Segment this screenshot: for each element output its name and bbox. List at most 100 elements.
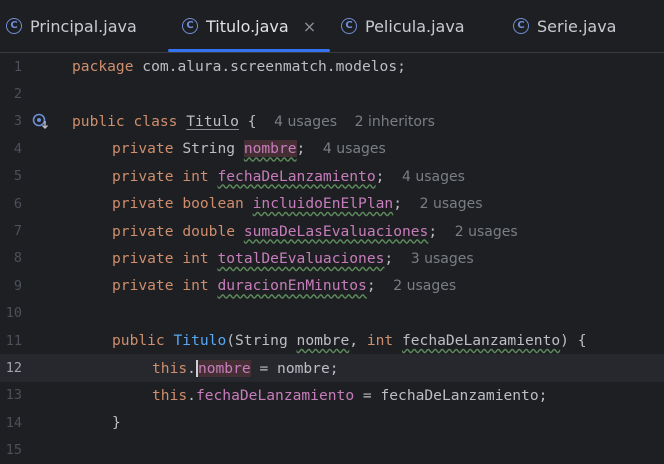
param-name[interactable]: nombre	[297, 332, 350, 349]
constructor-name[interactable]: Titulo	[174, 332, 227, 349]
tab-principal-java[interactable]: C Principal.java	[6, 0, 137, 52]
field-name[interactable]: duracionEnMinutos	[217, 277, 366, 294]
field-name[interactable]: nombre	[243, 140, 297, 158]
editor-tab-bar: C Principal.java C Titulo.java × C Pelic…	[0, 0, 664, 53]
code-line[interactable]: 7 private double sumaDeLasEvaluaciones; …	[0, 217, 664, 244]
semicolon: ;	[384, 249, 394, 267]
usages-hint[interactable]: 2 usages	[393, 278, 456, 294]
keyword: public	[112, 332, 165, 350]
code-text[interactable]: }	[112, 414, 121, 431]
field-name[interactable]: sumaDeLasEvaluaciones	[244, 223, 429, 240]
usages-hint[interactable]: 3 usages	[411, 251, 474, 267]
class-icon: C	[6, 18, 22, 34]
type: double	[182, 222, 236, 240]
line-number: 11	[5, 332, 22, 349]
line-number: 7	[13, 223, 22, 240]
code-text[interactable]: private boolean incluidoEnElPlan; 2 usag…	[112, 195, 483, 212]
tab-label: Principal.java	[30, 16, 137, 36]
params-open: (String	[226, 332, 297, 350]
close-icon[interactable]: ×	[303, 17, 316, 36]
line-number: 8	[13, 250, 22, 267]
code-text[interactable]: public Titulo(String nombre, int fechaDe…	[112, 332, 587, 349]
keyword: package	[72, 58, 134, 76]
code-text[interactable]: public class Titulo { 4 usages 2 inherit…	[72, 113, 435, 130]
closing-brace: }	[112, 414, 121, 432]
code-text[interactable]: private int totalDeEvaluaciones; 3 usage…	[112, 250, 474, 267]
tab-titulo-java[interactable]: C Titulo.java ×	[167, 0, 331, 52]
usages-hint[interactable]: 4 usages	[274, 114, 337, 130]
line-number: 3	[13, 113, 22, 130]
type: boolean	[182, 195, 244, 213]
code-line[interactable]: 4 private String nombre; 4 usages	[0, 135, 664, 162]
usages-hint[interactable]: 4 usages	[323, 141, 386, 157]
code-line[interactable]: 6 private boolean incluidoEnElPlan; 2 us…	[0, 190, 664, 217]
code-text[interactable]: package com.alura.screenmatch.modelos;	[72, 58, 406, 75]
keyword: private	[112, 167, 174, 185]
dot: .	[187, 359, 196, 377]
code-line[interactable]: 10	[0, 300, 664, 327]
line-number: 9	[13, 277, 22, 294]
inheritors-hint[interactable]: 2 inheritors	[355, 114, 435, 130]
dot: .	[187, 386, 196, 404]
brace: {	[238, 112, 257, 130]
code-line[interactable]: 9 private int duracionEnMinutos; 2 usage…	[0, 272, 664, 299]
package-name: com.alura.screenmatch.modelos;	[133, 58, 406, 76]
params-close: ) {	[560, 332, 587, 350]
field-name[interactable]: incluidoEnElPlan	[253, 195, 394, 212]
code-line[interactable]: 8 private int totalDeEvaluaciones; 3 usa…	[0, 245, 664, 272]
class-icon: C	[513, 18, 529, 34]
param-name[interactable]: fechaDeLanzamiento	[402, 332, 560, 349]
keyword: this	[152, 359, 188, 377]
code-line[interactable]: 5 private int fechaDeLanzamiento; 4 usag…	[0, 163, 664, 190]
class-name[interactable]: Titulo	[186, 113, 239, 130]
usages-hint[interactable]: 2 usages	[420, 196, 483, 212]
code-text[interactable]: private double sumaDeLasEvaluaciones; 2 …	[112, 223, 518, 240]
class-icon: C	[341, 18, 357, 34]
code-text[interactable]: private int duracionEnMinutos; 2 usages	[112, 277, 456, 294]
code-line[interactable]: 3 public class Titulo { 4 usages 2 inher…	[0, 108, 664, 135]
line-number: 15	[5, 442, 22, 459]
implemented-by-icon[interactable]	[32, 113, 48, 130]
keyword: this	[152, 386, 188, 404]
line-number: 12	[5, 360, 22, 377]
code-text[interactable]: private int fechaDeLanzamiento; 4 usages	[112, 168, 465, 185]
field-reference[interactable]: nombre	[195, 359, 251, 377]
field-reference[interactable]: fechaDeLanzamiento	[196, 387, 354, 404]
field-name[interactable]: fechaDeLanzamiento	[217, 168, 375, 185]
tab-label: Serie.java	[537, 16, 617, 36]
code-line[interactable]: 13 this.fechaDeLanzamiento = fechaDeLanz…	[0, 382, 664, 409]
code-text[interactable]: private String nombre; 4 usages	[112, 140, 386, 158]
semicolon: ;	[366, 277, 376, 295]
tab-serie-java[interactable]: C Serie.java	[513, 0, 616, 52]
keyword: private	[112, 277, 174, 295]
keyword: class	[133, 112, 178, 130]
usages-hint[interactable]: 2 usages	[455, 224, 518, 240]
field-name[interactable]: totalDeEvaluaciones	[217, 250, 384, 267]
keyword: public	[72, 112, 125, 130]
code-editor[interactable]: 1 package com.alura.screenmatch.modelos;…	[0, 53, 664, 460]
line-number: 2	[13, 86, 22, 103]
semicolon: ;	[375, 167, 385, 185]
assignment: = fechaDeLanzamiento;	[354, 386, 548, 404]
keyword: private	[112, 195, 174, 213]
code-line-current[interactable]: 12 this. nombre = nombre;	[0, 354, 664, 382]
line-number: 4	[13, 140, 22, 157]
code-text[interactable]: this. nombre = nombre;	[152, 359, 339, 377]
type: int	[366, 332, 394, 350]
line-number: 13	[5, 387, 22, 404]
semicolon: ;	[428, 222, 438, 240]
code-line[interactable]: 11 public Titulo(String nombre, int fech…	[0, 327, 664, 354]
tab-pelicula-java[interactable]: C Pelicula.java	[341, 0, 465, 52]
class-icon: C	[182, 18, 198, 34]
assignment: = nombre;	[250, 359, 339, 377]
code-line[interactable]: 14 }	[0, 409, 664, 436]
line-number: 14	[5, 414, 22, 431]
type: int	[182, 167, 209, 185]
line-number: 6	[13, 195, 22, 212]
code-line[interactable]: 1 package com.alura.screenmatch.modelos;	[0, 53, 664, 80]
code-line[interactable]: 2	[0, 80, 664, 107]
usages-hint[interactable]: 4 usages	[402, 169, 465, 185]
code-text[interactable]: this.fechaDeLanzamiento = fechaDeLanzami…	[152, 387, 547, 404]
type: int	[182, 249, 209, 267]
line-number: 1	[13, 58, 22, 75]
